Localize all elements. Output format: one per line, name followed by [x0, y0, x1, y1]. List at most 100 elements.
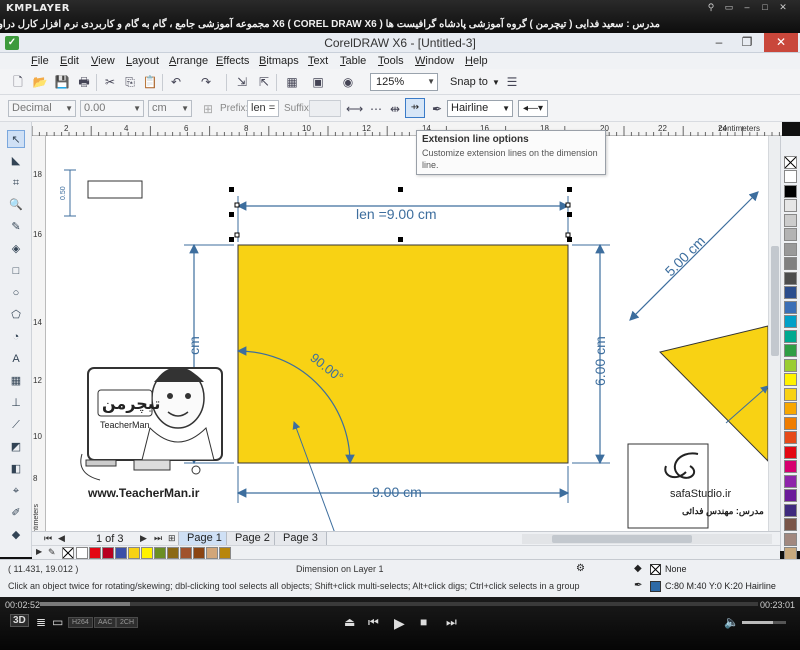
menu-table[interactable]: Table: [340, 55, 366, 67]
player-pin-button[interactable]: ⚲: [704, 2, 718, 13]
menu-help[interactable]: Help: [465, 55, 488, 67]
open-icon[interactable]: 📂: [32, 74, 48, 90]
vertical-scrollbar[interactable]: [768, 136, 780, 531]
horizontal-scrollbar[interactable]: [522, 534, 772, 544]
3d-mode-badge[interactable]: 3D: [10, 614, 29, 627]
palette-swatch[interactable]: [784, 489, 797, 502]
menu-view[interactable]: View: [91, 55, 115, 67]
outline-width-select[interactable]: Hairline ▼: [447, 100, 513, 117]
palette-swatch[interactable]: [784, 474, 797, 488]
menu-file[interactable]: File: [31, 55, 49, 67]
palette-swatch[interactable]: [784, 503, 797, 517]
dynamic-dimensioning-icon[interactable]: ⟷: [346, 101, 363, 117]
arrowhead-select[interactable]: ◂—▾: [518, 100, 548, 117]
play-icon[interactable]: ▶: [394, 615, 405, 632]
tab-page-3[interactable]: Page 3: [274, 532, 327, 546]
previous-page-icon[interactable]: ◀: [58, 533, 65, 544]
rectangle-tool-icon[interactable]: □: [7, 262, 25, 280]
palette-swatch[interactable]: [784, 431, 797, 444]
polygon-tool-icon[interactable]: ⬠: [7, 306, 25, 324]
palette-swatch[interactable]: [784, 199, 797, 212]
tab-page-2[interactable]: Page 2: [226, 532, 279, 546]
paste-icon[interactable]: 📋: [142, 74, 158, 90]
node-handle[interactable]: [565, 232, 571, 238]
palette-swatch[interactable]: [784, 416, 797, 430]
palette-swatch[interactable]: [784, 532, 797, 546]
fill-tool-icon[interactable]: ◆: [7, 526, 25, 544]
pick-tool-icon[interactable]: ↖: [7, 130, 25, 148]
palette-swatch[interactable]: [784, 445, 797, 459]
document-palette-swatch[interactable]: [167, 547, 179, 559]
palette-menu-icon[interactable]: ▶: [36, 547, 42, 556]
palette-swatch[interactable]: [784, 460, 797, 473]
menu-window[interactable]: Window: [415, 55, 454, 67]
extension-line-icon[interactable]: ⇹: [387, 101, 403, 117]
node-handle[interactable]: [234, 202, 240, 208]
color-proof-icon[interactable]: ⚙: [576, 563, 585, 574]
node-handle[interactable]: [234, 232, 240, 238]
document-palette-swatch[interactable]: [102, 547, 114, 559]
crop-tool-icon[interactable]: ⌗: [7, 174, 25, 192]
smart-fill-tool-icon[interactable]: ◈: [7, 240, 25, 258]
basic-shapes-tool-icon[interactable]: ◔: [7, 328, 25, 346]
document-palette-swatch[interactable]: [89, 547, 101, 559]
player-maximize-button[interactable]: □: [758, 2, 772, 13]
dimension-units-select[interactable]: cm ▼: [148, 100, 192, 117]
document-palette-swatch[interactable]: [206, 547, 218, 559]
top-dimension-text[interactable]: len =9.00 cm: [356, 206, 437, 222]
eject-icon[interactable]: ⏏: [344, 615, 355, 629]
last-page-icon[interactable]: ⏭: [154, 533, 162, 544]
document-palette-swatch[interactable]: [128, 547, 140, 559]
horizontal-ruler[interactable]: 2 4 6 8 10 12 14 16 18 20 22 24 centimet…: [32, 122, 782, 136]
outline-color-swatch[interactable]: [650, 581, 661, 592]
next-page-icon[interactable]: ▶: [140, 533, 147, 544]
restore-button[interactable]: ❐: [734, 33, 760, 52]
outline-tool-icon[interactable]: ✐: [7, 504, 25, 522]
import-icon[interactable]: ⇲: [234, 74, 250, 90]
right-dimension-text[interactable]: 6.00 cm: [592, 336, 608, 386]
save-icon[interactable]: 💾: [54, 74, 70, 90]
palette-swatch[interactable]: [784, 242, 797, 256]
volume-slider[interactable]: [742, 621, 786, 624]
fill-none-swatch[interactable]: [650, 564, 661, 575]
menu-tools[interactable]: Tools: [378, 55, 404, 67]
eyedropper-icon[interactable]: ✎: [48, 547, 56, 558]
show-units-icon[interactable]: ⊞: [200, 101, 216, 117]
close-button[interactable]: ✕: [764, 33, 798, 52]
palette-swatch[interactable]: [784, 300, 797, 314]
palette-swatch[interactable]: [784, 286, 797, 299]
corel-connect-icon[interactable]: ◉: [340, 74, 356, 90]
menu-text[interactable]: Text: [308, 55, 328, 67]
redo-icon[interactable]: ↷: [198, 74, 214, 90]
export-icon[interactable]: ⇱: [256, 74, 272, 90]
prefix-input[interactable]: len =: [247, 100, 279, 117]
vertical-ruler[interactable]: 18 16 14 12 10 8 centimeters: [32, 136, 46, 540]
palette-swatch[interactable]: [784, 387, 797, 401]
dimension-style-select[interactable]: Decimal ▼: [8, 100, 76, 117]
dimension-tool-icon[interactable]: ⊥: [7, 394, 25, 412]
playlist-icon[interactable]: ≣: [36, 615, 46, 629]
no-color-swatch[interactable]: [62, 547, 74, 559]
cut-icon[interactable]: ✂: [102, 74, 118, 90]
ellipse-tool-icon[interactable]: ○: [7, 284, 25, 302]
settings-icon[interactable]: ▭: [52, 615, 63, 629]
yellow-rectangle[interactable]: [237, 244, 569, 464]
palette-swatch[interactable]: [784, 184, 797, 198]
palette-swatch[interactable]: [784, 358, 797, 372]
minimize-button[interactable]: –: [706, 33, 732, 52]
document-palette-swatch[interactable]: [154, 547, 166, 559]
volume-icon[interactable]: 🔈: [724, 615, 739, 629]
transparency-tool-icon[interactable]: ◧: [7, 460, 25, 478]
menu-arrange[interactable]: Arrange: [169, 55, 208, 67]
palette-swatch[interactable]: [784, 271, 797, 285]
text-position-icon[interactable]: ⋯: [368, 101, 384, 117]
chevron-down-icon[interactable]: ▼: [492, 78, 500, 87]
palette-swatch[interactable]: [784, 315, 797, 328]
document-palette-swatch[interactable]: [219, 547, 231, 559]
player-skin-button[interactable]: ▭: [722, 2, 736, 13]
player-minimize-button[interactable]: –: [740, 2, 754, 13]
node-handle[interactable]: [565, 202, 571, 208]
snap-to-button[interactable]: Snap to: [450, 76, 488, 88]
scrollbar-thumb[interactable]: [771, 246, 779, 356]
dimension-precision-select[interactable]: 0.00 ▼: [80, 100, 144, 117]
